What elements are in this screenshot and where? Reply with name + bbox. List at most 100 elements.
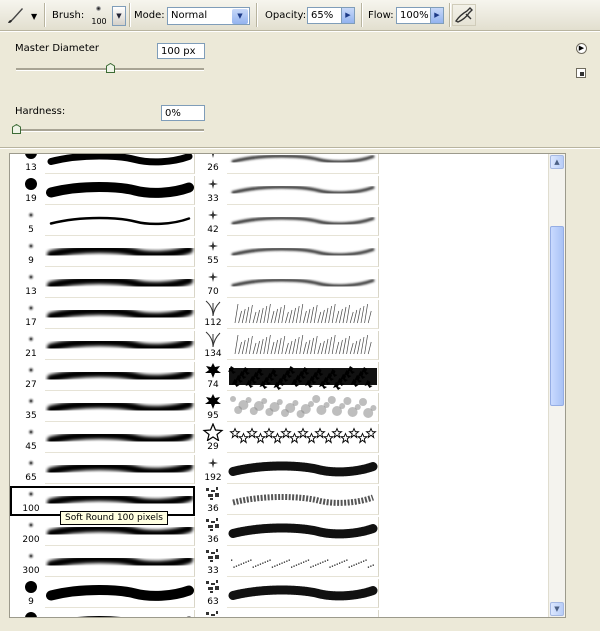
hard-stroke-preview[interactable] bbox=[45, 579, 195, 608]
leaves-stroke-preview[interactable] bbox=[227, 362, 379, 391]
brush-size-label: 29 bbox=[207, 442, 219, 452]
soft-stroke-preview[interactable] bbox=[45, 300, 195, 329]
chalk-brush-tip-icon[interactable] bbox=[201, 609, 225, 617]
soft-brush-tip-icon[interactable] bbox=[19, 361, 43, 382]
star-brush-tip-icon[interactable] bbox=[201, 206, 225, 227]
chalk-brush-tip-icon[interactable] bbox=[201, 547, 225, 568]
airbrush-stroke-preview[interactable] bbox=[227, 207, 379, 236]
soft-brush-tip-icon[interactable] bbox=[19, 268, 43, 289]
flow-label: Flow: bbox=[368, 10, 394, 21]
soft-brush-tip-icon[interactable] bbox=[19, 454, 43, 475]
brush-size-label: 65 bbox=[25, 473, 37, 483]
rough-stroke-preview[interactable] bbox=[227, 579, 379, 608]
brush-tooltip: Soft Round 100 pixels bbox=[60, 511, 168, 525]
soft-stroke-preview[interactable] bbox=[45, 269, 195, 298]
brush-size-label: 36 bbox=[207, 504, 219, 514]
bubbles-stroke-preview[interactable] bbox=[227, 393, 379, 422]
hardness-slider-thumb[interactable] bbox=[12, 124, 21, 134]
opacity-slider-button[interactable]: ▶ bbox=[341, 7, 355, 24]
scroll-up-icon[interactable]: ▲ bbox=[550, 155, 564, 169]
opacity-value: 65% bbox=[311, 10, 334, 21]
flow-value: 100% bbox=[400, 10, 429, 21]
hard-brush-tip-icon[interactable] bbox=[19, 609, 43, 617]
hard-thin-stroke-preview[interactable] bbox=[45, 154, 195, 174]
hardness-input[interactable]: 0% bbox=[161, 105, 205, 121]
soft-stroke-preview[interactable] bbox=[45, 455, 195, 484]
soft-brush-tip-icon[interactable] bbox=[19, 423, 43, 444]
grass-stroke-preview[interactable] bbox=[227, 300, 379, 329]
mode-label: Mode: bbox=[134, 10, 165, 21]
brush-preset-list[interactable]: 13 19 5 9 13 17 21 27 35 45 65 100 200 300 9 26 33 42 55 70… bbox=[9, 153, 566, 618]
airbrush-stroke-preview[interactable] bbox=[227, 176, 379, 205]
soft-stroke-preview[interactable] bbox=[45, 548, 195, 577]
brush-size-label: 74 bbox=[207, 380, 219, 390]
soft-stroke-preview[interactable] bbox=[45, 362, 195, 391]
chevron-down-icon[interactable]: ▼ bbox=[232, 9, 248, 24]
brush-size-label: 13 bbox=[25, 163, 37, 173]
master-diameter-value: 100 px bbox=[161, 46, 196, 57]
brush-size-label: 27 bbox=[25, 380, 37, 390]
new-preset-icon[interactable] bbox=[576, 68, 586, 78]
scroll-down-icon[interactable]: ▼ bbox=[550, 602, 564, 616]
hard-brush-tip-icon[interactable] bbox=[19, 578, 43, 599]
opacity-input[interactable]: 65% bbox=[307, 7, 342, 24]
brush-picker-button[interactable]: ▼ bbox=[112, 6, 126, 26]
star-brush-tip-icon[interactable] bbox=[201, 454, 225, 475]
brush-size-value: 100 bbox=[91, 17, 107, 26]
chalk-brush-tip-icon[interactable] bbox=[201, 516, 225, 537]
flow-slider-button[interactable]: ▶ bbox=[430, 7, 444, 24]
airbrush-stroke-preview[interactable] bbox=[227, 154, 379, 174]
airbrush-stroke-preview[interactable] bbox=[227, 269, 379, 298]
rough-stroke-preview[interactable] bbox=[227, 517, 379, 546]
panel-menu-icon[interactable]: ▶ bbox=[576, 43, 587, 54]
star-brush-tip-icon[interactable] bbox=[201, 268, 225, 289]
chalk-brush-tip-icon[interactable] bbox=[201, 578, 225, 599]
soft-stroke-preview[interactable] bbox=[45, 331, 195, 360]
leaf-brush-tip-icon[interactable] bbox=[201, 392, 225, 413]
chalk-stroke-preview[interactable] bbox=[227, 486, 379, 515]
brush-size-label: 70 bbox=[207, 287, 219, 297]
flow-input[interactable]: 100% bbox=[396, 7, 431, 24]
brush-tool-icon[interactable] bbox=[6, 5, 26, 28]
soft-stroke-preview[interactable] bbox=[45, 238, 195, 267]
master-diameter-input[interactable]: 100 px bbox=[157, 43, 205, 59]
spatter-stroke-preview[interactable] bbox=[227, 548, 379, 577]
brush-size-label: 55 bbox=[207, 256, 219, 266]
mode-select[interactable]: Normal ▼ bbox=[167, 7, 250, 25]
soft-brush-tip-icon[interactable] bbox=[19, 516, 43, 537]
soft-brush-tip-icon[interactable] bbox=[19, 330, 43, 351]
soft-brush-tip-icon[interactable] bbox=[19, 237, 43, 258]
star-brush-tip-icon[interactable] bbox=[201, 175, 225, 196]
leaf-brush-tip-icon[interactable] bbox=[201, 361, 225, 382]
brush-size-label: 13 bbox=[25, 287, 37, 297]
soft-brush-tip-icon[interactable] bbox=[19, 392, 43, 413]
vertical-scrollbar[interactable]: ▲ ▼ bbox=[548, 154, 565, 617]
soft-stroke-preview[interactable] bbox=[45, 424, 195, 453]
rough-stroke-preview[interactable] bbox=[227, 455, 379, 484]
hard-brush-tip-icon[interactable] bbox=[19, 175, 43, 196]
tool-preset-chevron-icon[interactable]: ▼ bbox=[31, 12, 37, 21]
soft-brush-tip-icon[interactable] bbox=[19, 547, 43, 568]
grass-brush-tip-icon[interactable] bbox=[201, 299, 225, 320]
brush-size-label: 17 bbox=[25, 318, 37, 328]
airbrush-stroke-preview[interactable] bbox=[227, 238, 379, 267]
brush-preview[interactable]: 100 bbox=[88, 2, 110, 29]
airbrush-stroke-preview[interactable] bbox=[227, 610, 379, 617]
hard-stroke-preview[interactable] bbox=[45, 610, 195, 617]
star-brush-tip-icon[interactable] bbox=[201, 237, 225, 258]
brush-size-label: 112 bbox=[204, 318, 222, 328]
soft-stroke-preview[interactable] bbox=[45, 393, 195, 422]
hard-stroke-preview[interactable] bbox=[45, 176, 195, 205]
stars-stroke-preview[interactable] bbox=[227, 424, 379, 453]
grass-stroke-preview[interactable] bbox=[227, 331, 379, 360]
star-outline-brush-tip-icon[interactable] bbox=[201, 422, 225, 444]
master-diameter-slider-thumb[interactable] bbox=[106, 63, 115, 73]
soft-brush-tip-icon[interactable] bbox=[19, 206, 43, 227]
grass-brush-tip-icon[interactable] bbox=[201, 330, 225, 351]
hardness-slider[interactable] bbox=[16, 129, 204, 132]
airbrush-toggle[interactable] bbox=[452, 4, 476, 26]
scrollbar-thumb[interactable] bbox=[550, 226, 564, 406]
soft-brush-tip-icon[interactable] bbox=[19, 299, 43, 320]
soft-thin-stroke-preview[interactable] bbox=[45, 207, 195, 236]
chalk-brush-tip-icon[interactable] bbox=[201, 485, 225, 506]
